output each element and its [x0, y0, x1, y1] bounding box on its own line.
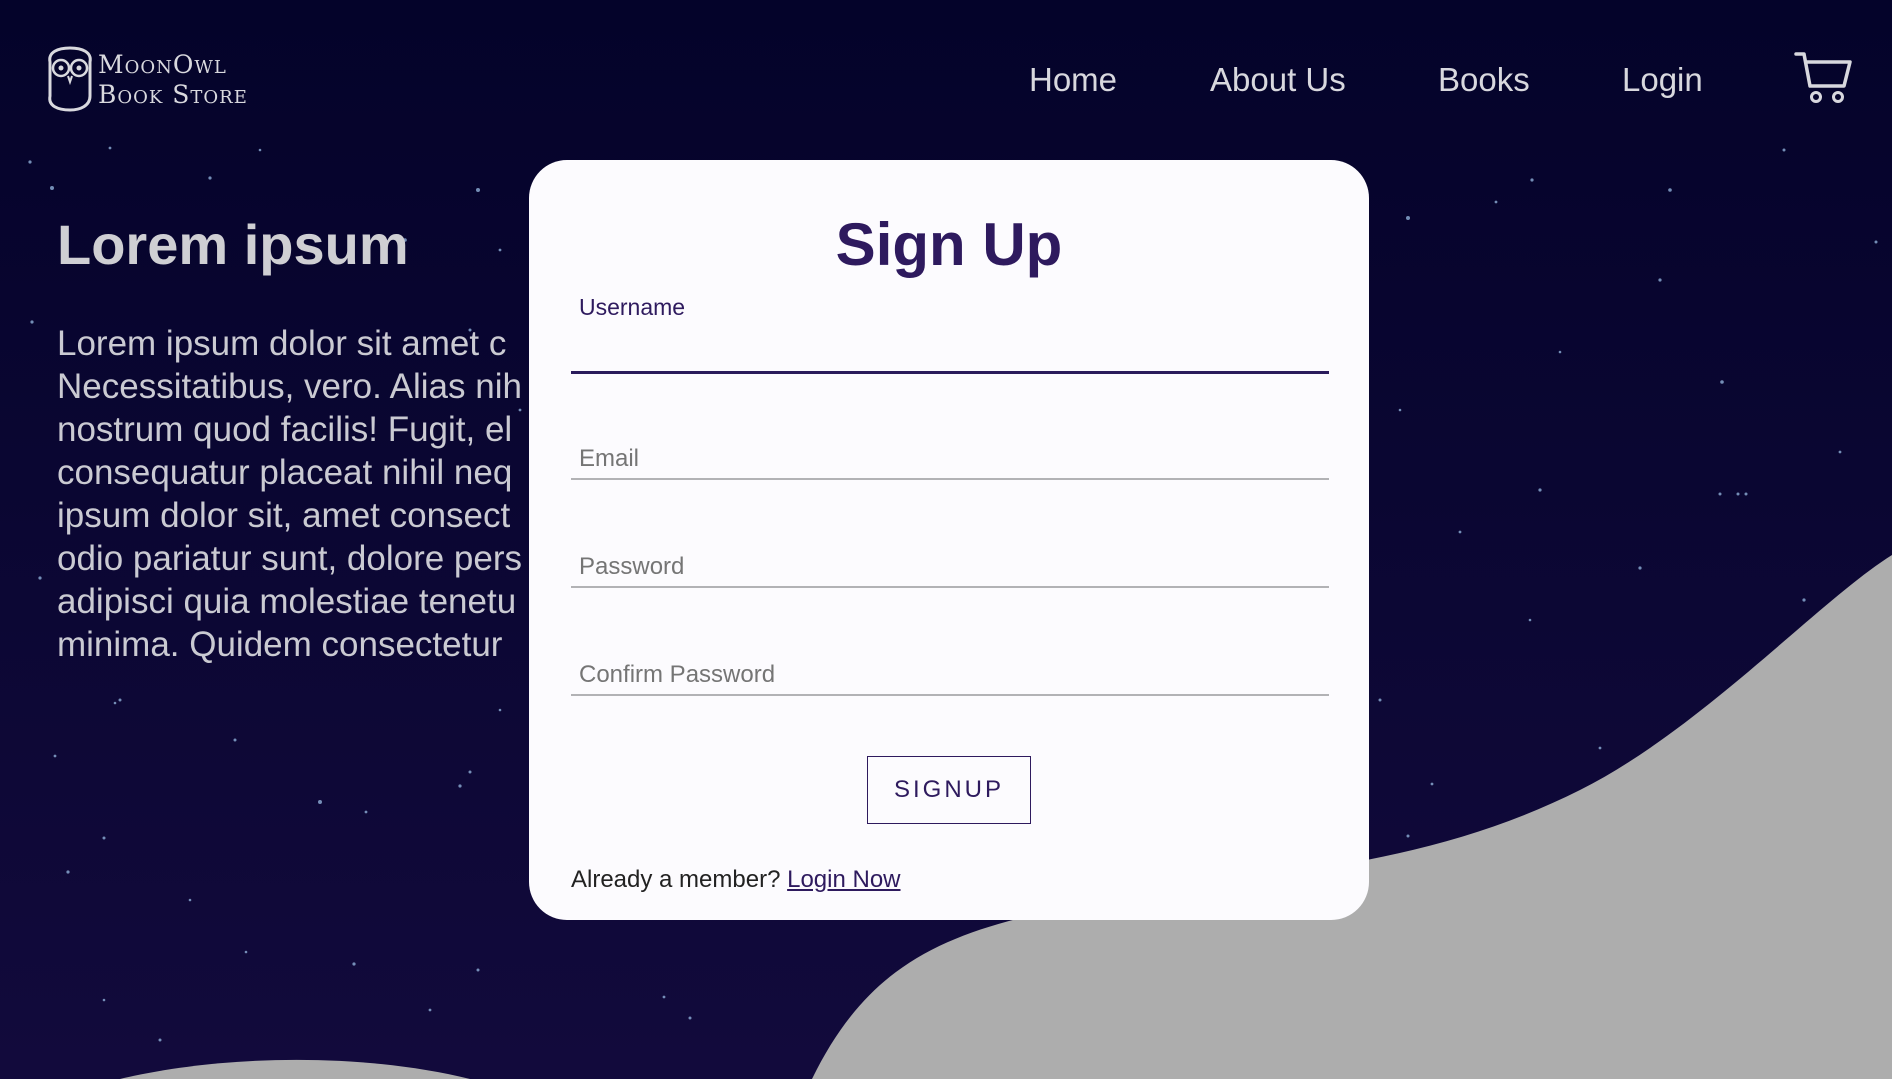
login-now-link[interactable]: Login Now — [787, 866, 900, 893]
cart-button[interactable] — [1794, 50, 1854, 106]
nav-about[interactable]: About Us — [1210, 58, 1346, 102]
password-field — [571, 508, 1329, 588]
signup-card: Sign Up Username SIGNUP Already a member… — [529, 160, 1369, 920]
username-label: Username — [579, 294, 686, 320]
email-input[interactable] — [571, 440, 1329, 480]
confirm-password-input[interactable] — [571, 656, 1329, 696]
signup-title: Sign Up — [835, 211, 1063, 278]
signup-button[interactable]: SIGNUP — [867, 756, 1031, 824]
password-input[interactable] — [571, 548, 1329, 588]
email-field — [571, 400, 1329, 480]
username-field: Username — [571, 294, 1329, 374]
nav-home[interactable]: Home — [1029, 58, 1117, 102]
member-prompt: Already a member? Login Now — [571, 866, 901, 894]
cart-icon — [1794, 52, 1852, 103]
nav-books[interactable]: Books — [1438, 58, 1530, 102]
nav-login[interactable]: Login — [1622, 58, 1703, 102]
username-input[interactable] — [571, 334, 1329, 374]
hero-body: Lorem ipsum dolor sit amet c Necessitati… — [57, 324, 522, 664]
member-text: Already a member? — [571, 866, 781, 893]
hero-title: Lorem ipsum — [57, 213, 409, 276]
confirm-password-field — [571, 616, 1329, 696]
main-nav: Home About Us Books Login — [0, 58, 1892, 102]
